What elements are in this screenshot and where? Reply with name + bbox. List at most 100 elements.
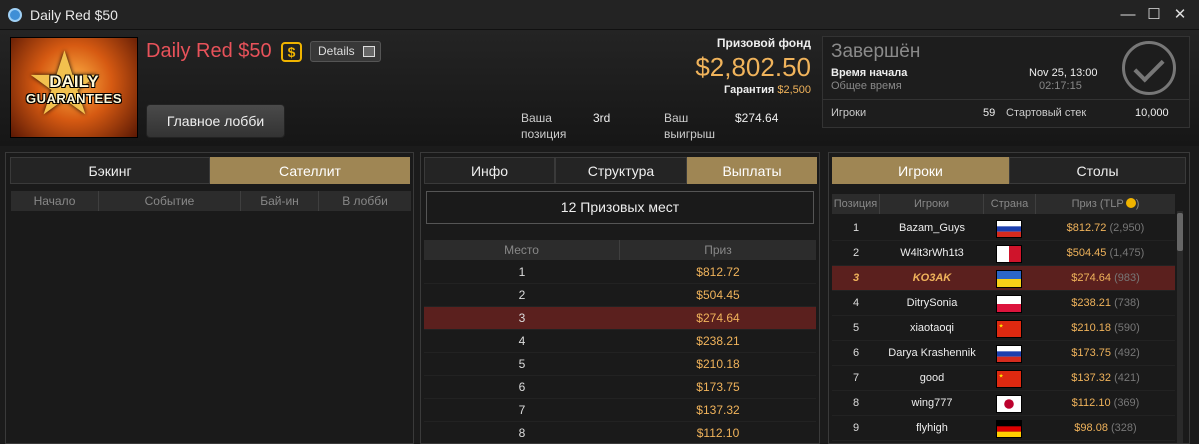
player-row[interactable]: 5 xiaotaoqi ★ $210.18 (590)	[832, 316, 1175, 341]
tab-tables[interactable]: Столы	[1009, 157, 1186, 184]
daily-guarantees-logo: ★ DAILY GUARANTEES	[10, 37, 138, 138]
players-table-header: Позиция Игроки Страна Приз (TLP)	[832, 194, 1175, 214]
col-place[interactable]: Место	[424, 240, 620, 260]
col-in-lobby[interactable]: В лобби	[319, 191, 411, 211]
external-link-icon	[363, 46, 375, 57]
player-prize: $112.10	[1071, 397, 1111, 409]
player-tlp: (983)	[1114, 272, 1140, 284]
payout-place: 5	[518, 357, 526, 371]
flag-china-icon: ★	[996, 320, 1022, 338]
payout-row: 4 $238.21	[424, 330, 816, 353]
col-buyin[interactable]: Бай-ин	[241, 191, 319, 211]
payout-prize: $137.32	[696, 403, 740, 417]
players-label: Игроки	[831, 107, 867, 119]
player-name: flyhigh	[916, 422, 948, 434]
middle-panel: Инфо Структура Выплаты 12 Призовых мест …	[420, 152, 820, 444]
col-event[interactable]: Событие	[99, 191, 241, 211]
payout-place: 2	[518, 288, 526, 302]
tab-payouts[interactable]: Выплаты	[687, 157, 817, 184]
tab-info[interactable]: Инфо	[424, 157, 555, 184]
payout-place: 1	[518, 265, 526, 279]
payout-prize: $173.75	[696, 380, 740, 394]
payout-prize: $210.18	[696, 357, 740, 371]
players-scrollbar[interactable]	[1177, 211, 1183, 443]
svg-text:★: ★	[999, 322, 1004, 329]
player-name: wing777	[911, 397, 953, 409]
col-players[interactable]: Игроки	[880, 194, 984, 214]
player-row[interactable]: 7 good ★ $137.32 (421)	[832, 366, 1175, 391]
col-position[interactable]: Позиция	[832, 194, 880, 214]
tab-backing[interactable]: Бэкинг	[10, 157, 210, 184]
flag-china-icon: ★	[996, 370, 1022, 388]
payout-row: 2 $504.45	[424, 284, 816, 307]
player-row[interactable]: 9 flyhigh $98.08 (328)	[832, 416, 1175, 441]
col-start[interactable]: Начало	[11, 191, 99, 211]
player-position: 9	[852, 422, 860, 434]
col-country[interactable]: Страна	[984, 194, 1036, 214]
player-row[interactable]: 2 W4lt3rWh1t3 $504.45 (1,475)	[832, 241, 1175, 266]
player-name: Bazam_Guys	[898, 222, 966, 234]
payout-place: 3	[518, 311, 526, 325]
player-row[interactable]: 6 Darya Krashennik $173.75 (492)	[832, 341, 1175, 366]
currency-badge: $	[281, 42, 302, 62]
player-position: 1	[852, 222, 860, 234]
details-label: Details	[318, 44, 355, 58]
player-name: W4lt3rWh1t3	[900, 247, 964, 259]
player-prize: $173.75	[1071, 347, 1111, 359]
main-lobby-button[interactable]: Главное лобби	[146, 104, 285, 138]
player-tlp: (492)	[1114, 347, 1140, 359]
player-prize: $812.72	[1066, 222, 1107, 234]
player-position: 3	[852, 272, 860, 284]
payout-row: 8 $112.10	[424, 422, 816, 443]
player-row[interactable]: 8 wing777 $112.10 (369)	[832, 391, 1175, 416]
tlp-coin-icon	[1125, 198, 1136, 208]
details-button[interactable]: Details	[310, 41, 381, 62]
player-row[interactable]: 4 DitrySonia $238.21 (738)	[832, 291, 1175, 316]
flag-ukraine-icon	[996, 270, 1022, 288]
payout-row-highlighted: 3 $274.64	[424, 307, 816, 330]
player-position: 5	[852, 322, 860, 334]
your-position-label-line1: Ваша	[521, 111, 552, 125]
start-time-value: Nov 25, 13:00	[1029, 67, 1098, 79]
payout-place: 6	[518, 380, 526, 394]
flag-germany-icon	[996, 420, 1022, 438]
minimize-button[interactable]: —	[1115, 3, 1141, 27]
payout-prize: $238.21	[696, 334, 740, 348]
status-divider	[823, 99, 1189, 100]
close-button[interactable]: ✕	[1167, 3, 1193, 27]
your-win-value: $274.64	[735, 111, 779, 125]
payout-row: 6 $173.75	[424, 376, 816, 399]
starting-stack-value: 10,000	[1135, 107, 1169, 119]
payout-place: 7	[518, 403, 526, 417]
player-tlp: (1,475)	[1109, 247, 1145, 259]
satellite-table-header: Начало Событие Бай-ин В лобби	[11, 191, 411, 211]
player-position: 8	[852, 397, 860, 409]
your-position-label-line2: позиция	[521, 127, 567, 141]
player-row-highlighted[interactable]: 3 KO3AK $274.64 (983)	[832, 266, 1175, 291]
player-prize: $504.45	[1066, 247, 1107, 259]
player-name: good	[919, 372, 945, 384]
tab-structure[interactable]: Структура	[555, 157, 687, 184]
payout-place: 8	[518, 426, 526, 440]
starting-stack-label: Стартовый стек	[1006, 107, 1087, 119]
your-position-label: Ваша позиция	[521, 110, 566, 142]
prize-places-count: 12 Призовых мест	[426, 191, 814, 224]
svg-text:★: ★	[999, 372, 1004, 379]
payout-prize: $504.45	[696, 288, 740, 302]
scrollbar-thumb[interactable]	[1177, 213, 1183, 251]
app-logo-icon	[8, 8, 22, 22]
tab-satellite[interactable]: Сателлит	[210, 157, 410, 184]
player-prize: $210.18	[1071, 322, 1111, 334]
player-tlp: (2,950)	[1109, 222, 1145, 234]
col-prize[interactable]: Приз	[620, 240, 816, 260]
col-prize-tlp[interactable]: Приз (TLP)	[1036, 194, 1175, 214]
player-row[interactable]: 1 Bazam_Guys $812.72 (2,950)	[832, 216, 1175, 241]
payout-prize: $112.10	[696, 426, 740, 440]
maximize-button[interactable]: ☐	[1141, 3, 1167, 27]
tab-players[interactable]: Игроки	[832, 157, 1009, 184]
completed-check-icon	[1122, 41, 1176, 95]
status-box: Завершён Время начала Общее время Nov 25…	[822, 36, 1190, 128]
window-title: Daily Red $50	[30, 7, 118, 23]
player-name: DitrySonia	[906, 297, 958, 309]
prize-fund-label: Призовой фонд	[716, 36, 811, 50]
